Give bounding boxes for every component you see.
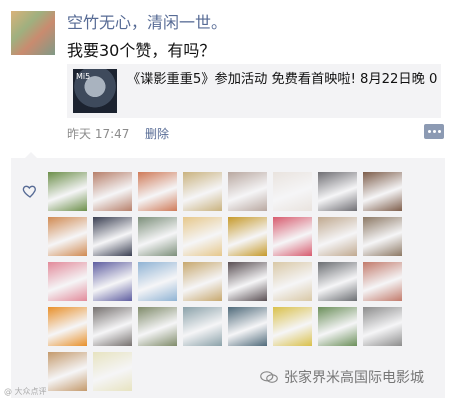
heart-flowers-avatar[interactable] [273, 217, 312, 256]
cloud-logo-avatar[interactable] [273, 262, 312, 301]
street-avatar[interactable] [363, 307, 402, 346]
people-avatar[interactable] [363, 217, 402, 256]
man-sunglasses-avatar[interactable] [318, 262, 357, 301]
pink-avatar[interactable] [48, 262, 87, 301]
man-portrait-avatar[interactable] [93, 307, 132, 346]
post-text: 我要30个赞，有吗？ [67, 41, 216, 60]
trees-avatar[interactable] [318, 307, 357, 346]
cartoon-sign-avatar[interactable] [93, 352, 132, 391]
girl-long-hair-avatar[interactable] [228, 262, 267, 301]
girl-sunglasses-avatar-2[interactable] [228, 172, 267, 211]
couple-photo-avatar[interactable] [138, 217, 177, 256]
painted-avatar[interactable] [183, 262, 222, 301]
girl-sunglasses-avatar[interactable] [183, 172, 222, 211]
heart-icon [22, 185, 36, 198]
mother-child-avatar[interactable] [363, 262, 402, 301]
thumbnail-label: Mi5 [76, 72, 91, 81]
wechat-icon [260, 371, 278, 383]
watermark-text: 张家界米高国际电影城 [284, 370, 424, 386]
watermark-left: @ 大众点评 [4, 387, 47, 396]
landscape-avatar[interactable] [183, 307, 222, 346]
man-standing-avatar[interactable] [228, 307, 267, 346]
sunset-beach-avatar[interactable] [48, 217, 87, 256]
leaf-avatar[interactable] [48, 172, 87, 211]
text-logo-avatar[interactable] [273, 172, 312, 211]
flowers-avatar[interactable] [138, 172, 177, 211]
sketch-avatar[interactable] [318, 217, 357, 256]
likes-panel [11, 152, 445, 398]
link-card-text: 《谍影重重5》参加活动 免费看首映啦! 8月22日晚 00:05分 马特达蒙"飞… [127, 72, 437, 87]
watermark-right: 张家界米高国际电影城 [260, 367, 424, 387]
link-thumbnail: Mi5 [73, 69, 117, 113]
link-card[interactable]: Mi5 《谍影重重5》参加活动 免费看首映啦! 8月22日晚 00:05分 马特… [67, 64, 441, 118]
delete-link[interactable]: 删除 [145, 125, 169, 142]
sunset-person-avatar[interactable] [48, 307, 87, 346]
author-avatar[interactable] [11, 11, 55, 55]
cartoon-girl-avatar[interactable] [183, 217, 222, 256]
girl-hat-avatar[interactable] [138, 307, 177, 346]
flower-avatar[interactable] [93, 262, 132, 301]
couple-avatar[interactable] [318, 172, 357, 211]
girl-portrait-avatar[interactable] [93, 172, 132, 211]
toddler-avatar[interactable] [48, 352, 87, 391]
post-time: 昨天 17:47 [67, 127, 130, 141]
tulips-avatar[interactable] [273, 307, 312, 346]
yellow-emblem-avatar[interactable] [228, 217, 267, 256]
city-night-avatar[interactable] [93, 217, 132, 256]
more-options-icon[interactable] [424, 124, 444, 139]
author-name[interactable]: 空竹无心，清闲一世。 [67, 9, 227, 33]
family-avatar[interactable] [363, 172, 402, 211]
snow-mountain-avatar[interactable] [138, 262, 177, 301]
